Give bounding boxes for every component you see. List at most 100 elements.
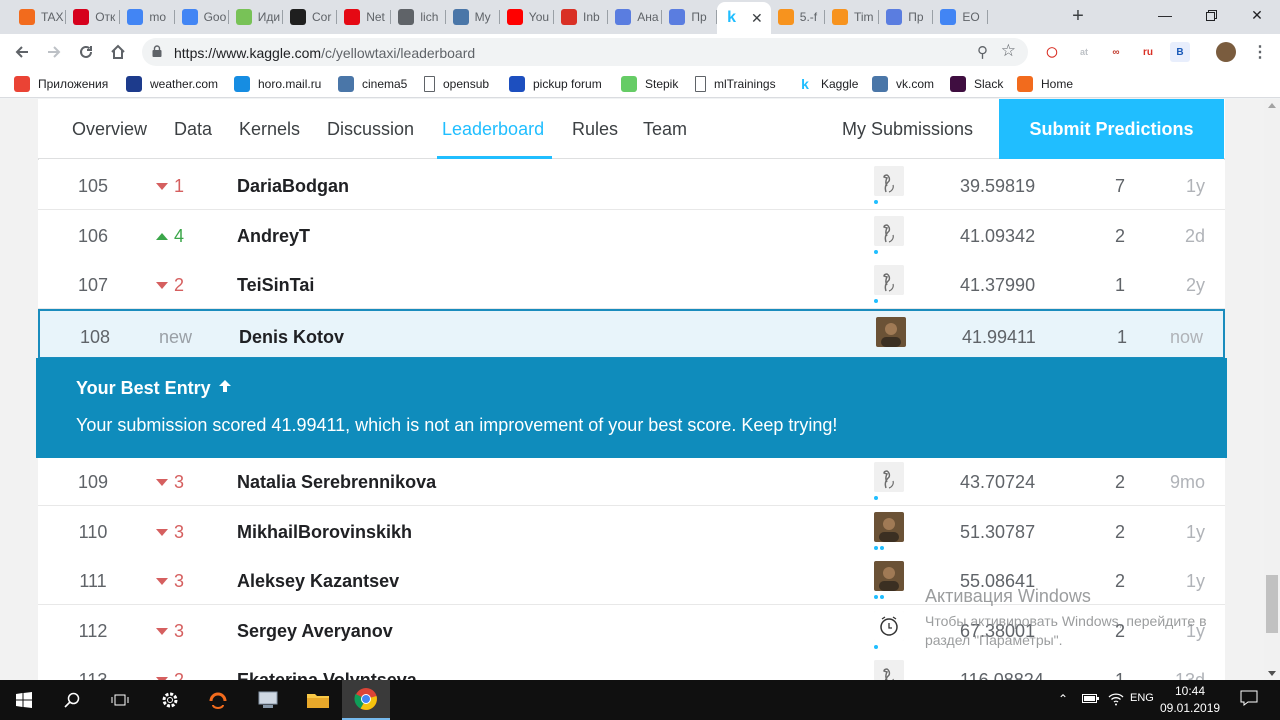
tab-leaderboard[interactable]: Leaderboard [442, 119, 544, 140]
tab-rules[interactable]: Rules [572, 119, 618, 140]
bookmark-item[interactable]: Приложения [14, 76, 108, 92]
tab-overview[interactable]: Overview [72, 119, 147, 140]
bookmark-item[interactable]: Home [1017, 76, 1073, 92]
submit-predictions-button[interactable]: Submit Predictions [999, 99, 1224, 159]
browser-tab[interactable]: Inb [554, 4, 609, 30]
user-photo-avatar-icon[interactable] [876, 317, 906, 347]
table-row[interactable]: 109 3 Natalia Serebrennikova 43.70724 2 9mo [38, 456, 1225, 506]
extension-b-icon[interactable]: B [1170, 42, 1190, 62]
extension-ru-icon[interactable]: ru [1138, 42, 1158, 62]
goose-avatar-icon[interactable] [874, 215, 904, 246]
browser-tab[interactable]: Cor [283, 4, 338, 30]
user-photo-avatar-icon[interactable] [874, 511, 904, 542]
restore-button[interactable] [1188, 0, 1234, 30]
browser-tab[interactable]: Tim [825, 4, 880, 30]
bookmark-item[interactable]: weather.com [126, 76, 218, 92]
browser-tab[interactable]: Пр [662, 4, 717, 30]
tab-discussion[interactable]: Discussion [327, 119, 414, 140]
browser-tab[interactable]: Ана [608, 4, 663, 30]
tray-chevron-up-icon[interactable]: ⌃ [1058, 692, 1068, 706]
language-indicator[interactable]: ENG [1130, 692, 1154, 704]
team-name-link[interactable]: TeiSinTai [237, 275, 314, 296]
goose-avatar-icon[interactable] [874, 166, 904, 196]
tab-team[interactable]: Team [643, 119, 687, 140]
system-clock[interactable]: 10:44 09.01.2019 [1160, 683, 1220, 717]
user-photo-avatar-icon[interactable] [874, 561, 904, 591]
back-button[interactable] [10, 40, 34, 64]
menu-kebab-icon[interactable]: ⋮ [1250, 42, 1270, 62]
bookmark-item[interactable]: mlTrainings [695, 76, 776, 92]
taskbar-app-terminal[interactable] [244, 680, 292, 720]
table-row[interactable]: 107 2 TeiSinTai 41.37990 1 2y [38, 259, 1225, 309]
profile-avatar[interactable] [1216, 42, 1236, 62]
close-window-button[interactable]: ✕ [1234, 0, 1280, 30]
scroll-up-arrow-icon[interactable] [1268, 103, 1276, 108]
forward-button[interactable] [42, 40, 66, 64]
bookmark-star-icon[interactable]: ☆ [1001, 41, 1016, 61]
taskbar-file-explorer[interactable] [294, 680, 342, 720]
new-tab-button[interactable]: + [1068, 5, 1088, 27]
table-row[interactable]: 113 2 Ekaterina Volyntseva 116.08824 1 13d [38, 654, 1225, 680]
battery-icon[interactable] [1082, 692, 1100, 707]
taskbar-settings-app[interactable] [146, 680, 194, 720]
team-name-link[interactable]: AndreyT [237, 226, 310, 247]
bookmark-item[interactable]: pickup forum [509, 76, 602, 92]
browser-tab[interactable]: mo [120, 4, 175, 30]
tab-kernels[interactable]: Kernels [239, 119, 300, 140]
bookmark-item[interactable]: Stepik [621, 76, 678, 92]
notifications-icon[interactable] [1240, 690, 1258, 709]
reload-button[interactable] [74, 40, 98, 64]
taskbar-app-orange[interactable] [194, 680, 242, 720]
team-name-link[interactable]: Ekaterina Volyntseva [237, 670, 417, 680]
bookmark-item[interactable]: Slack [950, 76, 1003, 92]
browser-tab[interactable]: lich [391, 4, 446, 30]
page-scrollbar[interactable] [1264, 99, 1280, 680]
wifi-icon[interactable] [1108, 692, 1124, 709]
team-name-link[interactable]: Aleksey Kazantsev [237, 571, 399, 592]
browser-tab[interactable]: My [446, 4, 500, 30]
start-button[interactable] [0, 680, 48, 720]
table-row[interactable]: 110 3 MikhailBorovinskikh 51.30787 2 1y [38, 505, 1225, 556]
extension-opera-icon[interactable]: ◯ [1042, 42, 1062, 62]
zoom-icon[interactable]: ⚲ [977, 43, 988, 61]
my-submissions-link[interactable]: My Submissions [842, 119, 973, 140]
browser-tab[interactable]: Net [337, 4, 392, 30]
browser-tab[interactable]: TAX [12, 4, 67, 30]
bookmark-item[interactable]: k Kaggle [797, 76, 858, 92]
browser-tab[interactable]: Отк [66, 4, 121, 30]
goose-avatar-icon[interactable] [874, 462, 904, 492]
browser-tab[interactable]: You [500, 4, 554, 30]
scroll-down-arrow-icon[interactable] [1268, 671, 1276, 676]
team-name-link[interactable]: Sergey Averyanov [237, 621, 393, 642]
scrollbar-thumb[interactable] [1266, 575, 1278, 633]
bookmark-item[interactable]: vk.com [872, 76, 934, 92]
table-row[interactable]: 106 4 AndreyT 41.09342 2 2d [38, 209, 1225, 260]
browser-tab[interactable]: Goo [175, 4, 229, 30]
close-tab-icon[interactable]: ✕ [751, 10, 763, 27]
task-view-button[interactable] [96, 680, 144, 720]
address-bar[interactable]: https://www.kaggle.com/c/yellowtaxi/lead… [142, 38, 1028, 66]
team-name-link[interactable]: DariaBodgan [237, 176, 349, 197]
extension-pdf-icon[interactable]: ∞ [1106, 42, 1126, 62]
team-name-link[interactable]: MikhailBorovinskikh [237, 522, 412, 543]
team-name-link[interactable]: Natalia Serebrennikova [237, 472, 436, 493]
home-button[interactable] [106, 40, 130, 64]
table-row[interactable]: 105 1 DariaBodgan 39.59819 7 1y [38, 160, 1225, 210]
alarm-clock-avatar-icon[interactable] [874, 610, 904, 641]
minimize-button[interactable]: — [1142, 0, 1188, 30]
bookmark-item[interactable]: horo.mail.ru [234, 76, 321, 92]
tab-data[interactable]: Data [174, 119, 212, 140]
goose-avatar-icon[interactable] [874, 660, 904, 680]
bookmark-item[interactable]: opensub [424, 76, 489, 92]
browser-tab[interactable]: Пр [879, 4, 934, 30]
browser-tab[interactable]: Иди [229, 4, 283, 30]
extension-at-icon[interactable]: at [1074, 42, 1094, 62]
search-button[interactable] [48, 680, 96, 720]
browser-tab[interactable]: EO [933, 4, 988, 30]
team-name-link[interactable]: Denis Kotov [239, 327, 344, 348]
table-row-current-user[interactable]: 108 new Denis Kotov 41.99411 1 now [38, 309, 1225, 359]
taskbar-chrome[interactable] [342, 680, 390, 720]
browser-tab[interactable]: 5.-f [771, 4, 825, 30]
browser-tab[interactable]: k ✕ [716, 2, 771, 34]
bookmark-item[interactable]: cinema5 [338, 76, 407, 92]
